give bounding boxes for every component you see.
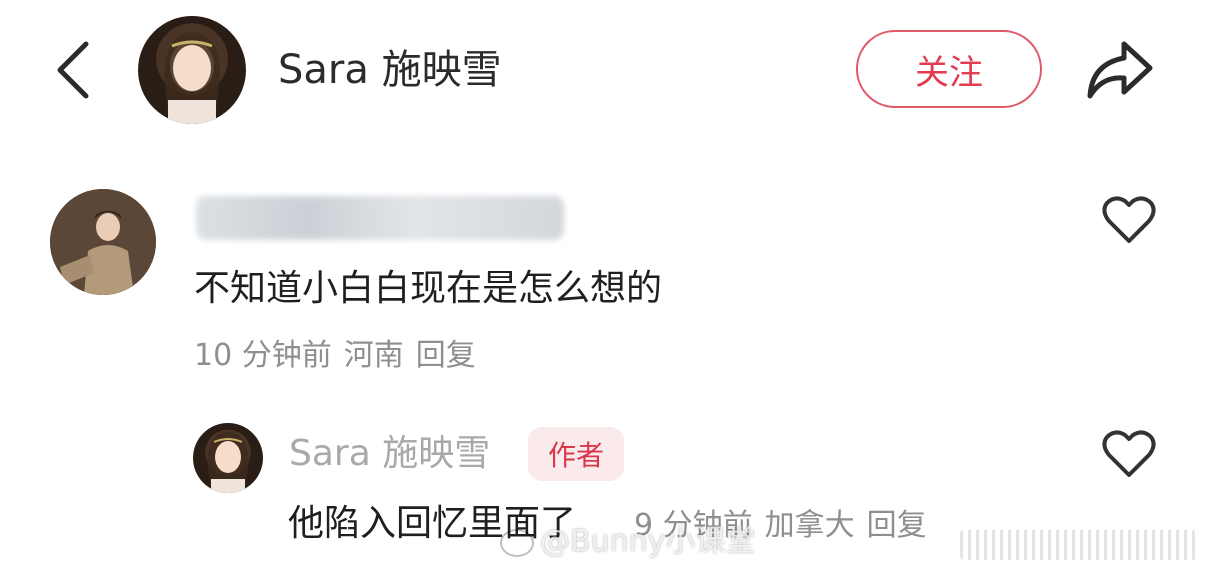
watermark-text: @Bunny小课堂 [540,524,756,559]
author-username[interactable]: Sara 施映雪 [289,431,490,477]
heart-icon [1102,196,1156,243]
like-button[interactable] [1101,195,1157,245]
comment-time: 10 分钟前 [194,338,332,373]
watermark-bar [960,530,1196,560]
share-button[interactable] [1084,36,1156,102]
reply-location: 加拿大 [764,508,855,543]
profile-avatar[interactable] [138,16,246,124]
author-badge: 作者 [528,427,624,481]
avatar-portrait [50,189,156,295]
like-button[interactable] [1101,429,1157,479]
back-button[interactable] [52,38,96,102]
avatar-portrait [207,432,249,493]
commenter-username-blurred [196,196,564,240]
comment-text: 不知道小白白现在是怎么想的 [194,268,663,309]
reply-button[interactable]: 回复 [416,338,476,373]
comment-location: 河南 [343,338,404,373]
heart-icon [1102,430,1156,477]
commenter-avatar[interactable] [50,189,156,295]
weibo-logo-icon [500,528,534,557]
comment-meta: 10 分钟前 河南 回复 [194,336,488,376]
avatar-portrait [164,32,220,124]
follow-button[interactable]: 关注 [856,30,1042,108]
reply-button[interactable]: 回复 [867,508,927,543]
chevron-left-icon [57,41,89,99]
share-icon [1087,41,1153,99]
watermark: @Bunny小课堂 [500,524,755,560]
author-avatar[interactable] [193,423,263,493]
profile-name: Sara 施映雪 [278,47,502,93]
